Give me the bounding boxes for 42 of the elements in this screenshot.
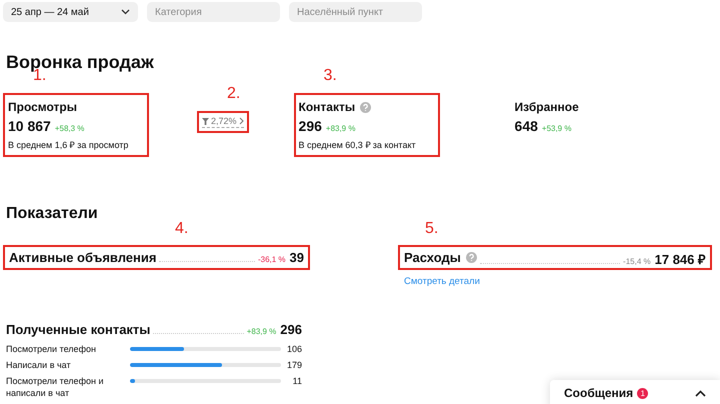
stat-title: Избранное (514, 100, 579, 114)
total-value: 296 (280, 322, 302, 337)
stat-title: Просмотры (8, 100, 78, 114)
date-dropdown[interactable]: 25 апр — 24 май (3, 2, 138, 22)
row-value: 106 (286, 343, 302, 355)
help-icon[interactable] (466, 252, 477, 263)
change-percent: +58,3 % (54, 124, 84, 133)
change-percent: +83,9 % (246, 327, 276, 336)
metric-label: Расходы (404, 250, 461, 265)
help-icon[interactable] (360, 102, 372, 112)
messages-panel[interactable]: Сообщения 1 (550, 380, 720, 404)
stat-note: В среднем 1,6 ₽ за просмотр (8, 139, 130, 151)
filter-field[interactable]: Категория (147, 2, 280, 22)
row-label: Посмотрели телефон (6, 343, 97, 355)
row-value: 11 (292, 375, 302, 387)
row-label: Посмотрели телефон и написали в чат (6, 375, 104, 399)
stat-note: В среднем 60,3 ₽ за контакт (298, 139, 417, 151)
chevron-up-icon (695, 390, 706, 397)
change-percent: -36,1 % (258, 255, 286, 264)
annotation-label: 3. (324, 67, 337, 85)
stat-value: 648 (514, 118, 538, 134)
stat-title: Контакты (298, 100, 356, 114)
metric-value: 39 (290, 250, 304, 265)
stat-value: 296 (298, 118, 322, 134)
metric-label: Активные объявления (9, 250, 156, 265)
change-percent: +83,9 % (326, 124, 356, 133)
metric-value: 17 846 ₽ (654, 251, 706, 268)
row-value: 179 (286, 359, 302, 371)
unread-badge: 1 (637, 388, 648, 399)
section-heading: Показатели (6, 205, 99, 223)
change-percent: -15,4 % (623, 257, 651, 266)
annotation-label: 5. (425, 220, 438, 238)
chevron-right-icon (238, 117, 244, 125)
stat-value: 10 867 (8, 118, 51, 134)
annotation-label: 2. (227, 85, 240, 103)
section-heading: Полученные контакты (6, 322, 150, 337)
annotation-label: 4. (175, 220, 188, 238)
row-label: Написали в чат (6, 359, 72, 371)
chevron-down-icon (121, 9, 130, 15)
change-percent: +53,9 % (542, 124, 572, 133)
funnel-icon (202, 118, 209, 124)
filter-field[interactable]: Населённый пункт (289, 2, 422, 22)
